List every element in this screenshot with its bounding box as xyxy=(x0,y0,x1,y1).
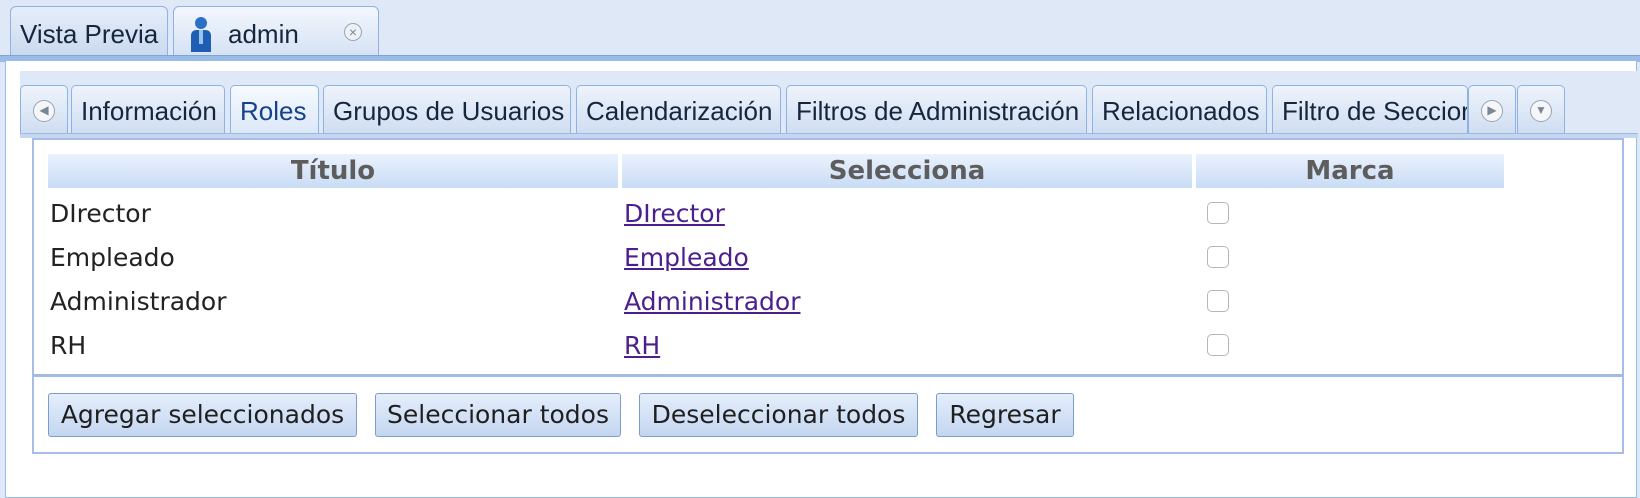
column-header-titulo[interactable]: Título xyxy=(48,154,618,188)
table-row: Empleado Empleado xyxy=(48,239,1504,283)
tab-label: Relacionados xyxy=(1102,96,1260,126)
table-row: RH RH xyxy=(48,327,1504,371)
scroll-right-button[interactable]: ▶ xyxy=(1468,85,1516,133)
tab-list-menu-button[interactable]: ▼ xyxy=(1517,85,1565,133)
table-row: Administrador Administrador xyxy=(48,283,1504,327)
tab-grupos-de-usuarios[interactable]: Grupos de Usuarios xyxy=(323,85,571,133)
tab-label: Información xyxy=(81,96,217,126)
select-all-button[interactable]: Seleccionar todos xyxy=(375,393,621,437)
role-checkbox[interactable] xyxy=(1207,246,1229,268)
scroll-right-icon: ▶ xyxy=(1481,100,1503,122)
tab-label: Calendarización xyxy=(586,96,773,126)
role-title: Empleado xyxy=(50,243,175,272)
scroll-left-icon: ◀ xyxy=(33,100,55,122)
main-panel: ◀ Información Roles Grupos de Usuarios C… xyxy=(5,61,1638,498)
top-tab-label: admin xyxy=(228,19,299,49)
role-select-link[interactable]: Empleado xyxy=(624,243,749,272)
tab-roles[interactable]: Roles xyxy=(230,85,319,133)
tab-relacionados[interactable]: Relacionados xyxy=(1092,85,1267,133)
chevron-down-icon: ▼ xyxy=(1530,100,1552,122)
role-checkbox[interactable] xyxy=(1207,202,1229,224)
tab-informacion[interactable]: Información xyxy=(71,85,225,133)
user-icon xyxy=(188,16,214,59)
role-title: RH xyxy=(50,331,87,360)
top-tab-admin[interactable]: admin × xyxy=(173,6,379,56)
top-tab-label: Vista Previa xyxy=(20,19,159,49)
table-row: DIrector DIrector xyxy=(48,195,1504,239)
tab-calendarizacion[interactable]: Calendarización xyxy=(576,85,781,133)
role-checkbox[interactable] xyxy=(1207,290,1229,312)
role-select-link[interactable]: Administrador xyxy=(624,287,801,316)
add-selected-button[interactable]: Agregar seleccionados xyxy=(48,393,357,437)
tab-label: Filtro de Seccior xyxy=(1282,96,1468,126)
top-tab-vista-previa[interactable]: Vista Previa xyxy=(10,6,168,56)
column-header-marca[interactable]: Marca xyxy=(1196,154,1504,188)
close-icon[interactable]: × xyxy=(344,23,362,41)
role-checkbox[interactable] xyxy=(1207,334,1229,356)
role-title: DIrector xyxy=(50,199,151,228)
top-tab-strip: Vista Previa admin × xyxy=(0,0,1640,62)
tab-label: Grupos de Usuarios xyxy=(333,96,565,126)
role-select-link[interactable]: RH xyxy=(624,331,660,360)
column-header-selecciona[interactable]: Selecciona xyxy=(622,154,1192,188)
tab-filtros-de-administracion[interactable]: Filtros de Administración xyxy=(786,85,1087,133)
deselect-all-button[interactable]: Deseleccionar todos xyxy=(639,393,918,437)
role-title: Administrador xyxy=(50,287,227,316)
tab-label: Roles xyxy=(240,96,307,126)
bottom-toolbar: Agregar seleccionados Seleccionar todos … xyxy=(32,374,1624,454)
back-button[interactable]: Regresar xyxy=(936,393,1074,437)
tab-label: Filtros de Administración xyxy=(796,96,1080,126)
inner-tab-strip: ◀ Información Roles Grupos de Usuarios C… xyxy=(20,71,1638,133)
role-select-link[interactable]: DIrector xyxy=(624,199,725,228)
tab-filtro-de-secciones[interactable]: Filtro de Seccior xyxy=(1272,85,1468,133)
scroll-left-button[interactable]: ◀ xyxy=(20,85,68,133)
